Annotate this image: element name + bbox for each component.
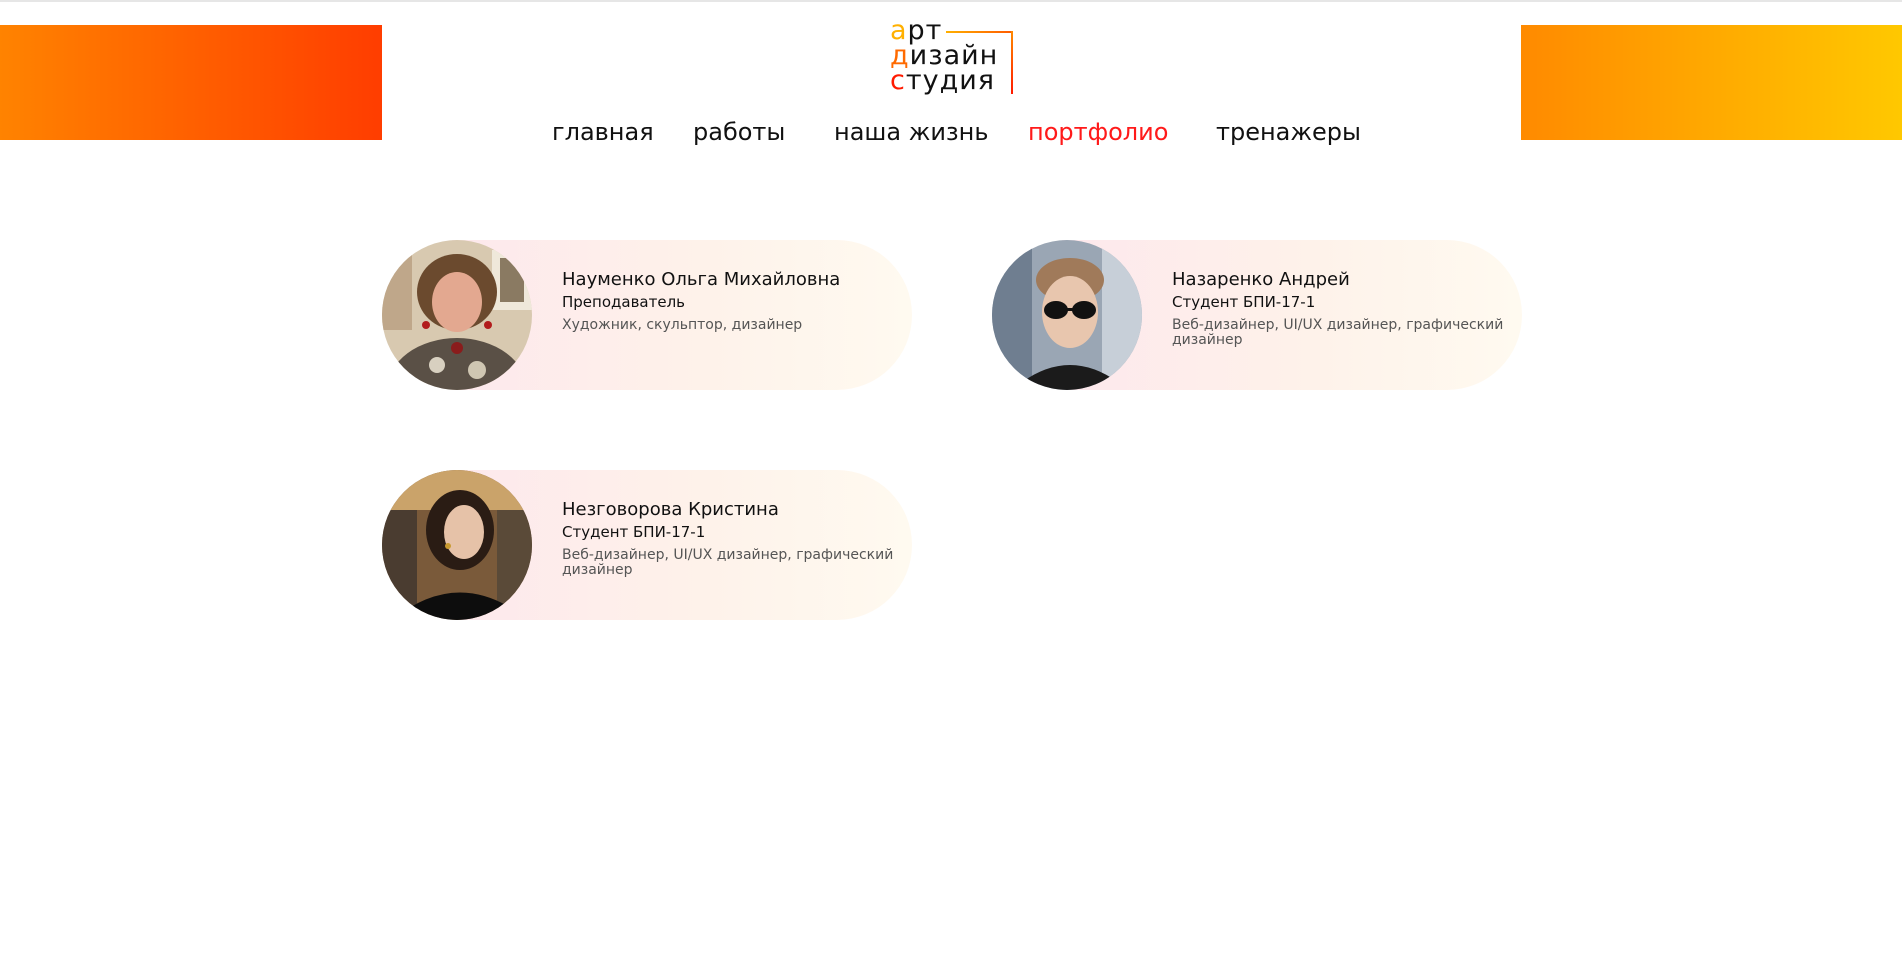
logo-line-studio: студия xyxy=(890,65,1015,96)
person-description: Художник, скульптор, дизайнер xyxy=(562,317,803,333)
person-name: Назаренко Андрей xyxy=(1172,269,1350,290)
main-nav: главная работы наша жизнь портфолио трен… xyxy=(0,115,1902,149)
person-description: Веб-дизайнер, UI/UX дизайнер, графически… xyxy=(1172,317,1504,348)
person-name: Незговорова Кристина xyxy=(562,499,779,520)
top-border xyxy=(0,0,1902,2)
logo-frame xyxy=(946,31,1013,33)
avatar xyxy=(382,470,532,620)
nav-item-works[interactable]: работы xyxy=(693,115,785,149)
site-logo[interactable]: арт дизайн студия xyxy=(890,17,1015,100)
logo-frame xyxy=(1011,31,1013,94)
nav-item-trainers[interactable]: тренажеры xyxy=(1216,115,1361,149)
nav-item-our-life[interactable]: наша жизнь xyxy=(834,115,989,149)
person-card[interactable]: Науменко Ольга Михайловна Преподаватель … xyxy=(382,240,912,390)
logo-text: тудия xyxy=(905,65,996,96)
avatar xyxy=(382,240,532,390)
person-name: Науменко Ольга Михайловна xyxy=(562,269,841,290)
avatar xyxy=(992,240,1142,390)
logo-letter: с xyxy=(890,65,906,96)
person-role: Преподаватель xyxy=(562,293,686,311)
person-role: Студент БПИ-17-1 xyxy=(562,523,706,541)
nav-item-home[interactable]: главная xyxy=(552,115,654,149)
nav-item-portfolio[interactable]: портфолио xyxy=(1028,115,1168,149)
person-role: Студент БПИ-17-1 xyxy=(1172,293,1316,311)
person-card[interactable]: Незговорова Кристина Студент БПИ-17-1 Ве… xyxy=(382,470,912,620)
person-card[interactable]: Назаренко Андрей Студент БПИ-17-1 Веб-ди… xyxy=(992,240,1522,390)
person-description: Веб-дизайнер, UI/UX дизайнер, графически… xyxy=(562,547,894,578)
